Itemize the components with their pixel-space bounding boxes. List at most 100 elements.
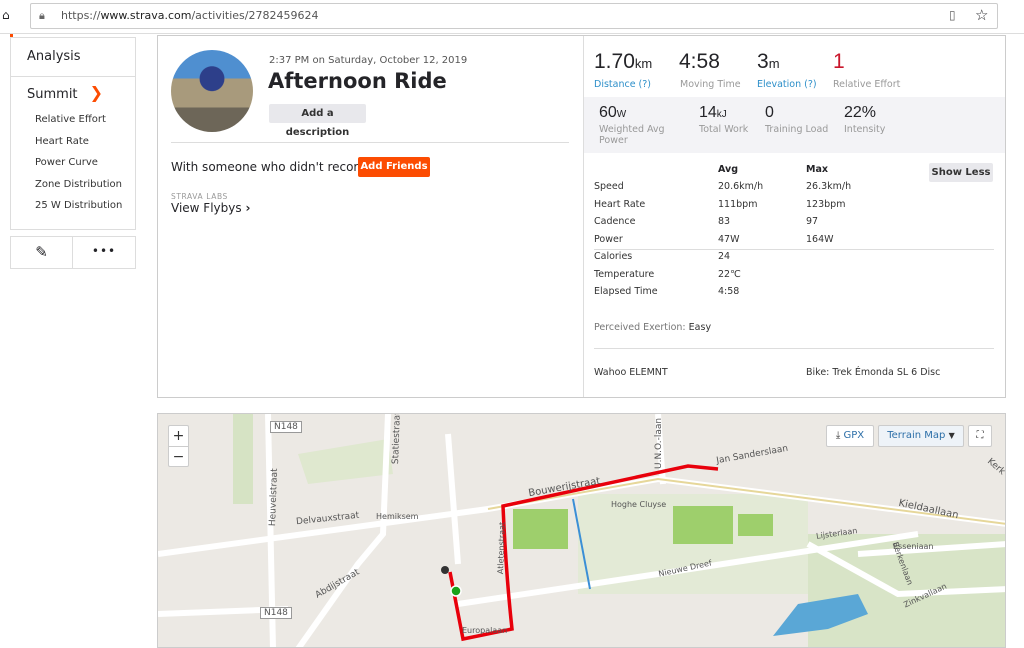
map-type-dropdown[interactable]: Terrain Map ▼ [878, 425, 964, 447]
home-icon[interactable]: ⌂ [2, 8, 10, 22]
stats-row-speed: Speed 20.6km/h 26.3km/h [594, 178, 894, 196]
total-work-value: 14 [699, 104, 717, 121]
sidebar-item-summit[interactable]: Summit ❯ [11, 77, 135, 109]
activity-datetime: 2:37 PM on Saturday, October 12, 2019 [269, 55, 468, 66]
place-label: Hemiksem [376, 512, 419, 521]
street-label: Statiestraat [391, 413, 403, 465]
url-domain: www.strava.com [100, 9, 192, 22]
gpx-download-button[interactable]: ⤓ GPX [826, 425, 874, 447]
stats-name: Power [594, 233, 623, 245]
show-less-button[interactable]: Show Less [929, 163, 993, 182]
stat-distance: 1.70km [594, 50, 653, 73]
activity-title: Afternoon Ride [268, 69, 447, 93]
moving-time-label: Moving Time [680, 79, 741, 90]
stat-elevation: 3m [757, 50, 780, 73]
avg-header: Avg [718, 164, 739, 175]
stats-row-elapsed-time: Elapsed Time 4:58 [594, 283, 894, 301]
stats-table: Speed 20.6km/h 26.3km/h Heart Rate 111bpm 123… [594, 178, 894, 301]
stats-name: Temperature [594, 268, 655, 280]
url-field[interactable]: 🔒︎ https://www.strava.com/activities/278… [30, 3, 998, 29]
stats-panel: 1.70km Distance (?) 4:58 Moving Time 3m … [584, 36, 1005, 397]
stats-avg: 111bpm [718, 198, 758, 210]
stats-name: Elapsed Time [594, 286, 658, 297]
stats-row-calories: Calories 24 [594, 248, 894, 266]
caret-down-icon: ▼ [948, 431, 955, 440]
add-friends-button[interactable]: Add Friends [358, 157, 430, 177]
sports-field [513, 509, 568, 549]
intensity-value: 22% [844, 104, 877, 121]
stats-max: 123bpm [806, 198, 846, 210]
max-header: Max [806, 164, 828, 175]
stats-name: Cadence [594, 216, 636, 227]
road-label: N148 [270, 421, 302, 433]
zoom-in-button[interactable]: + [169, 426, 188, 447]
place-label: Hoghe Cluyse [611, 500, 667, 509]
street-label: Europalaan [462, 626, 508, 635]
map-type-label: Terrain Map [887, 430, 946, 441]
stats-name: Speed [594, 181, 624, 192]
training-load-value: 0 [765, 104, 774, 121]
summit-chevron-icon: ❯ [89, 83, 104, 102]
secondary-stats: 60W Weighted Avg Power 14kJ Total Work 0… [584, 97, 1005, 153]
more-options-icon[interactable]: ••• [73, 237, 135, 268]
sidebar-item-heart-rate[interactable]: Heart Rate [11, 131, 135, 153]
bike-name[interactable]: Bike: Trek Émonda SL 6 Disc [806, 367, 940, 378]
gpx-label: GPX [843, 430, 865, 441]
stats-row-temperature: Temperature 22℃ [594, 266, 894, 284]
distance-label[interactable]: Distance (?) [594, 79, 651, 90]
action-bar: ✎ ••• [10, 236, 136, 269]
star-icon[interactable]: ☆ [975, 6, 988, 24]
edit-pencil-icon[interactable]: ✎ [11, 237, 73, 268]
street-label: Atletenstraat [496, 521, 507, 575]
divider [594, 348, 994, 349]
summit-label: Summit [27, 87, 78, 102]
stat-relative-effort: 1 [833, 50, 845, 73]
stats-row-cadence: Cadence 83 97 [594, 213, 894, 231]
sidebar-nav: Analysis Summit ❯ Relative Effort Heart … [10, 37, 136, 230]
zoom-out-button[interactable]: − [169, 447, 188, 467]
sidebar-item-power-curve[interactable]: Power Curve [11, 152, 135, 174]
street-label: U.N.O.-laan [654, 417, 664, 469]
stats-avg: 83 [718, 216, 731, 227]
view-flybys-link[interactable]: View Flybys › [171, 201, 250, 215]
stats-avg: 20.6km/h [718, 181, 764, 192]
athlete-avatar[interactable] [171, 50, 253, 132]
chevron-right-icon: › [245, 201, 251, 215]
divider [171, 142, 569, 143]
divider [594, 249, 994, 250]
activity-summary-card: 2:37 PM on Saturday, October 12, 2019 Af… [157, 35, 1006, 398]
stats-max: 164W [806, 233, 834, 245]
stats-avg: 4:58 [718, 286, 740, 297]
intensity-label: Intensity [844, 124, 886, 135]
url-path: /activities/2782459624 [191, 9, 319, 22]
sidebar-item-relative-effort[interactable]: Relative Effort [11, 109, 135, 131]
start-marker-icon [450, 585, 462, 597]
sports-field [673, 506, 733, 544]
route-map[interactable]: N148 Statiestraat U.N.O.-laan Jan Sander… [157, 413, 1006, 648]
stats-max: 97 [806, 216, 819, 227]
perceived-exertion: Perceived Exertion: Easy [594, 322, 712, 333]
sidebar-item-zone-distribution[interactable]: Zone Distribution [11, 174, 135, 196]
elevation-label[interactable]: Elevation (?) [757, 79, 817, 90]
zoom-controls: + − [168, 425, 189, 467]
sidebar-item-analysis[interactable]: Analysis [11, 38, 135, 77]
friends-prompt: With someone who didn't record? [171, 160, 373, 174]
relative-effort-label: Relative Effort [833, 79, 901, 90]
finish-flag-icon [441, 566, 449, 574]
training-load-label: Training Load [765, 124, 829, 135]
fullscreen-icon[interactable]: ⛶ [968, 425, 992, 447]
sidebar-item-25w-distribution[interactable]: 25 W Distribution [11, 195, 135, 217]
device-name: Wahoo ELEMNT [594, 367, 668, 378]
park-area [233, 414, 253, 504]
street-label: Heuvelstraat [268, 468, 281, 527]
road-label: N148 [260, 607, 292, 619]
sports-field [738, 514, 773, 536]
total-work-label: Total Work [699, 124, 749, 135]
stats-avg: 47W [718, 233, 740, 245]
add-description-button[interactable]: Add a description [269, 104, 366, 138]
stats-max: 26.3km/h [806, 181, 852, 192]
stats-name: Heart Rate [594, 198, 646, 210]
stats-row-heart-rate: Heart Rate 111bpm 123bpm [594, 196, 894, 214]
lock-icon: 🔒︎ [39, 9, 45, 22]
reader-view-icon[interactable]: ▯ [949, 8, 956, 22]
